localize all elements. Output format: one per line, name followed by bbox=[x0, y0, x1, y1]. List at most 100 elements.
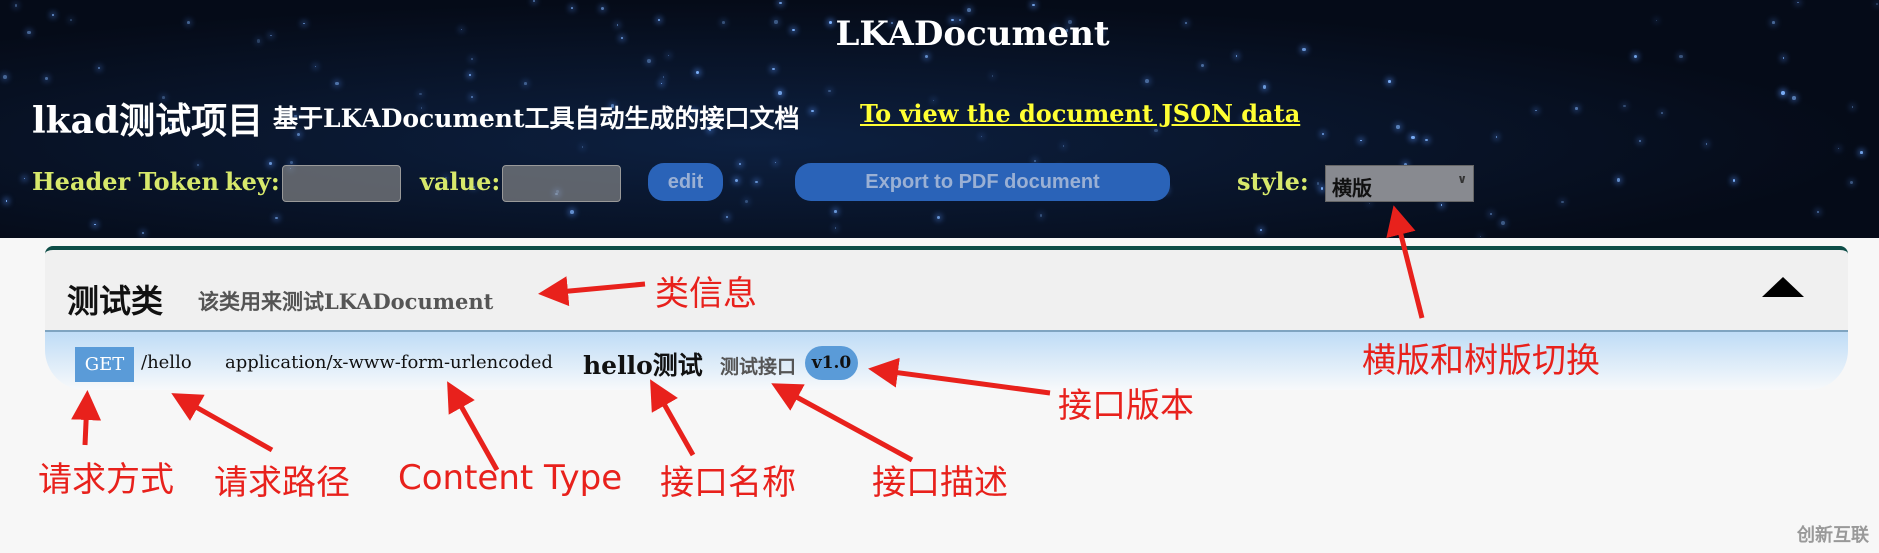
star-decoration bbox=[533, 0, 536, 3]
star-decoration bbox=[1851, 106, 1854, 108]
page-header: LKADocument lkad测试项目 基于LKADocument工具自动生成… bbox=[0, 0, 1879, 238]
arrow-name bbox=[650, 379, 696, 457]
export-pdf-button[interactable]: Export to PDF document bbox=[795, 163, 1170, 201]
star-decoration bbox=[647, 59, 651, 63]
api-path: /hello bbox=[141, 352, 192, 373]
chevron-down-icon: ∨ bbox=[1457, 172, 1467, 186]
star-decoration bbox=[1262, 85, 1267, 89]
star-decoration bbox=[1032, 3, 1035, 7]
arrow-method bbox=[71, 390, 102, 446]
value-input[interactable] bbox=[502, 165, 621, 202]
star-decoration bbox=[570, 210, 575, 214]
star-decoration bbox=[275, 216, 278, 220]
value-label: value: bbox=[420, 167, 501, 196]
star-decoration bbox=[97, 66, 101, 69]
star-decoration bbox=[1316, 182, 1320, 185]
star-decoration bbox=[23, 177, 26, 180]
star-decoration bbox=[571, 7, 573, 9]
star-decoration bbox=[1495, 136, 1498, 138]
star-decoration bbox=[1661, 112, 1663, 114]
style-label: style: bbox=[1237, 167, 1309, 196]
star-decoration bbox=[1500, 221, 1505, 226]
content-type: application/x-www-form-urlencoded bbox=[225, 352, 553, 373]
star-decoration bbox=[1633, 54, 1637, 58]
method-badge: GET bbox=[75, 347, 134, 382]
star-decoration bbox=[1792, 96, 1796, 100]
class-description: 该类用来测试LKADocument bbox=[198, 289, 494, 314]
star-decoration bbox=[269, 162, 273, 165]
star-decoration bbox=[1411, 135, 1415, 140]
star-decoration bbox=[834, 210, 837, 213]
star-decoration bbox=[754, 180, 758, 184]
star-decoration bbox=[1781, 90, 1785, 95]
api-description: 测试接口 bbox=[720, 356, 797, 378]
arrow-path bbox=[171, 393, 274, 453]
star-decoration bbox=[771, 67, 775, 71]
annotation-method: 请求方式 bbox=[38, 460, 174, 500]
annotation-content-type: Content Type bbox=[398, 458, 623, 498]
star-decoration bbox=[725, 215, 728, 218]
star-decoration bbox=[1154, 128, 1158, 133]
view-json-link[interactable]: To view the document JSON data bbox=[860, 99, 1300, 128]
star-decoration bbox=[196, 163, 199, 166]
star-decoration bbox=[1838, 148, 1840, 150]
star-decoration bbox=[696, 71, 700, 74]
star-decoration bbox=[1144, 79, 1149, 84]
star-decoration bbox=[1616, 177, 1621, 182]
star-decoration bbox=[779, 2, 782, 5]
class-name: 测试类 bbox=[67, 282, 164, 320]
star-decoration bbox=[924, 54, 928, 58]
star-decoration bbox=[739, 163, 742, 165]
star-decoration bbox=[1705, 142, 1708, 145]
arrow-description bbox=[771, 383, 914, 463]
star-decoration bbox=[1259, 228, 1263, 231]
star-decoration bbox=[1320, 187, 1323, 190]
star-decoration bbox=[470, 95, 474, 99]
project-subtitle: 基于LKADocument工具自动生成的接口文档 bbox=[273, 104, 800, 133]
key-label: key: bbox=[225, 167, 280, 196]
star-decoration bbox=[1782, 57, 1785, 59]
star-decoration bbox=[335, 81, 339, 86]
annotation-path: 请求路径 bbox=[214, 463, 350, 503]
star-decoration bbox=[1535, 109, 1537, 112]
star-decoration bbox=[991, 74, 994, 77]
star-decoration bbox=[1560, 200, 1564, 204]
star-decoration bbox=[419, 92, 422, 96]
star-decoration bbox=[314, 65, 316, 68]
star-decoration bbox=[735, 178, 739, 182]
app-title: LKADocument bbox=[835, 14, 1110, 54]
class-header[interactable]: 测试类 该类用来测试LKADocument bbox=[45, 246, 1848, 330]
star-decoration bbox=[1368, 202, 1371, 204]
star-decoration bbox=[1817, 210, 1820, 214]
star-decoration bbox=[1860, 151, 1863, 154]
star-decoration bbox=[1388, 80, 1391, 83]
star-decoration bbox=[1034, 159, 1037, 163]
star-decoration bbox=[1575, 107, 1578, 110]
star-decoration bbox=[662, 76, 665, 79]
edit-button[interactable]: edit bbox=[648, 163, 723, 201]
star-decoration bbox=[661, 82, 663, 84]
star-decoration bbox=[1479, 235, 1481, 238]
star-decoration bbox=[1876, 3, 1879, 6]
star-decoration bbox=[141, 231, 145, 234]
star-decoration bbox=[1039, 214, 1043, 217]
star-decoration bbox=[1440, 204, 1443, 207]
triangle-up-icon[interactable] bbox=[1762, 277, 1804, 297]
star-decoration bbox=[582, 146, 584, 148]
star-decoration bbox=[966, 8, 971, 13]
key-input[interactable] bbox=[282, 165, 401, 202]
annotation-version: 接口版本 bbox=[1058, 386, 1194, 426]
star-decoration bbox=[937, 215, 941, 219]
style-select[interactable]: 横版 ∨ bbox=[1325, 165, 1474, 202]
star-decoration bbox=[289, 161, 293, 165]
star-decoration bbox=[94, 223, 96, 226]
star-decoration bbox=[469, 74, 472, 77]
star-decoration bbox=[5, 200, 8, 202]
star-decoration bbox=[1322, 132, 1325, 136]
star-decoration bbox=[1678, 54, 1683, 59]
star-decoration bbox=[1396, 125, 1400, 129]
star-decoration bbox=[1235, 55, 1238, 57]
star-decoration bbox=[980, 135, 983, 138]
star-decoration bbox=[45, 77, 48, 80]
star-decoration bbox=[810, 109, 814, 113]
